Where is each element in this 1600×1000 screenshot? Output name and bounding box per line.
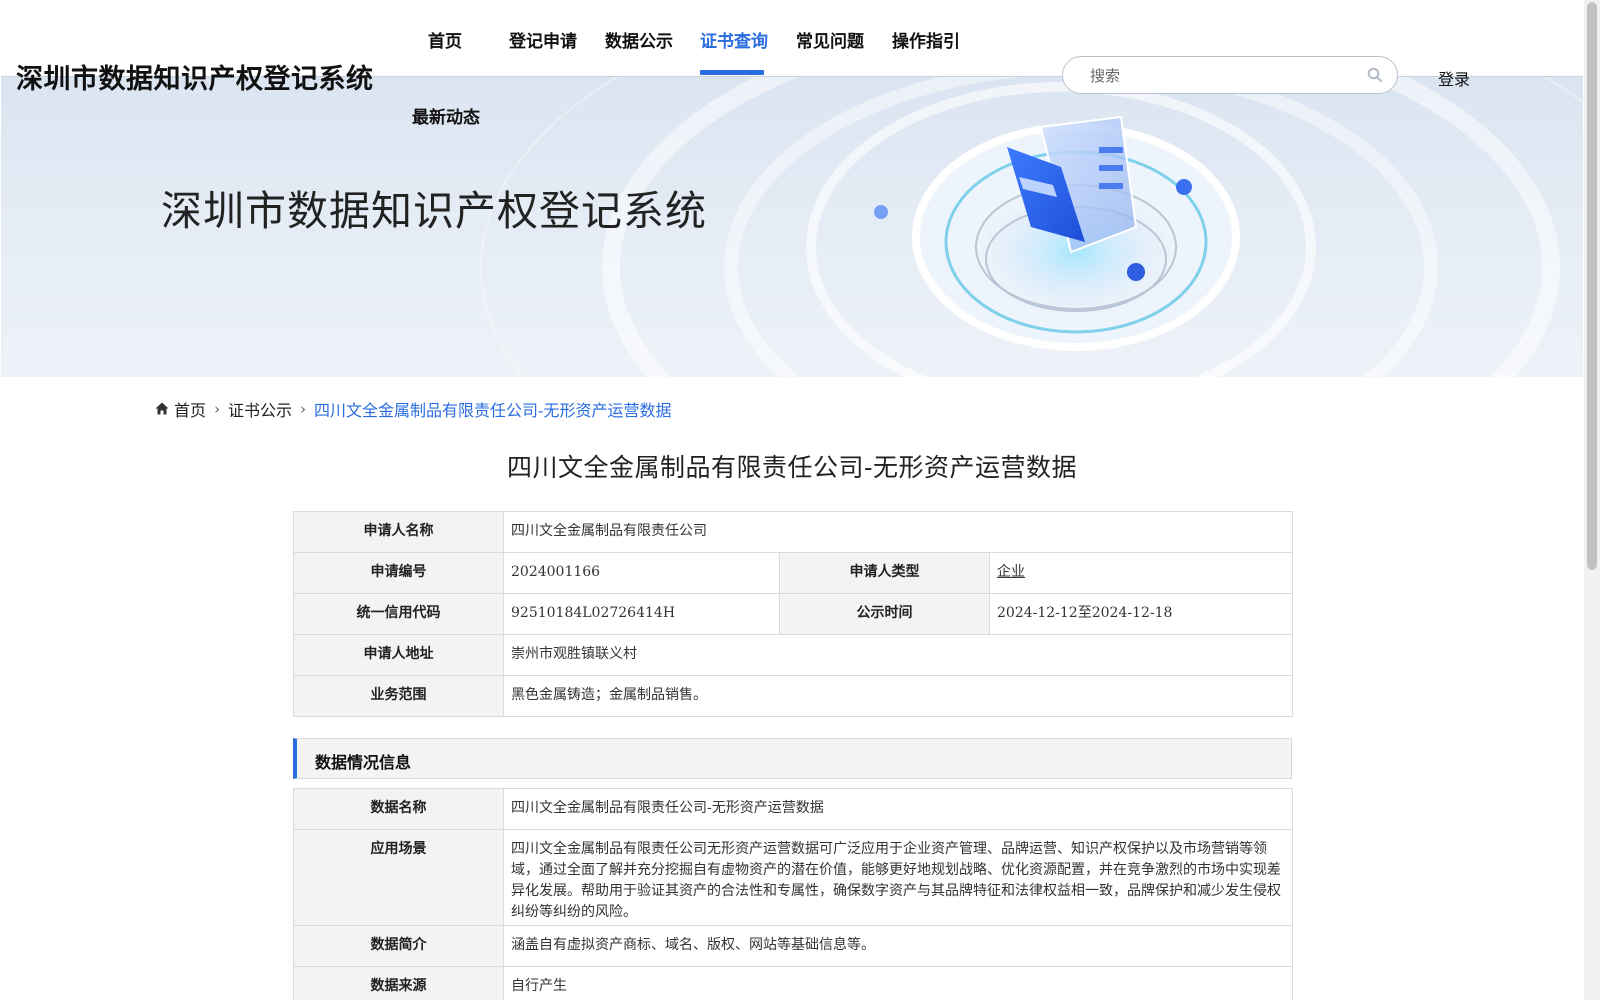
applicant-type-value: 企业 xyxy=(988,552,1294,594)
chevron-right-icon: › xyxy=(300,400,307,418)
applicant-info-table: 申请人名称 四川文全金属制品有限责任公司 申请编号 2024001166 申请人… xyxy=(293,511,1294,717)
nav-home[interactable]: 首页 xyxy=(428,27,462,52)
search-box xyxy=(1062,56,1398,94)
applicant-address-label: 申请人地址 xyxy=(293,634,504,676)
table-row: 数据名称 四川文全金属制品有限责任公司-无形资产运营数据 xyxy=(293,788,1293,830)
table-row: 数据来源 自行产生 xyxy=(293,966,1293,1000)
application-number-value: 2024001166 xyxy=(503,552,780,594)
breadcrumb: 首页 › 证书公示 › 四川文全金属制品有限责任公司-无形资产运营数据 xyxy=(155,397,671,421)
data-intro-value: 涵盖自有虚拟资产商标、域名、版权、网站等基础信息等。 xyxy=(503,925,1293,967)
applicant-type-label: 申请人类型 xyxy=(779,552,990,594)
nav-faq[interactable]: 常见问题 xyxy=(796,27,864,52)
table-row: 应用场景 四川文全金属制品有限责任公司无形资产运营数据可广泛应用于企业资产管理、… xyxy=(293,829,1293,926)
table-row: 数据简介 涵盖自有虚拟资产商标、域名、版权、网站等基础信息等。 xyxy=(293,925,1293,967)
nav-certificate-query[interactable]: 证书查询 xyxy=(700,27,768,52)
application-scenario-label: 应用场景 xyxy=(293,829,504,926)
applicant-name-label: 申请人名称 xyxy=(293,511,504,553)
breadcrumb-current: 四川文全金属制品有限责任公司-无形资产运营数据 xyxy=(314,401,672,420)
credit-code-value: 92510184L02726414H xyxy=(503,593,780,635)
nav-news[interactable]: 最新动态 xyxy=(412,103,480,128)
business-scope-value: 黑色金属铸造；金属制品销售。 xyxy=(502,675,1294,717)
site-title: 深圳市数据知识产权登记系统 xyxy=(16,64,374,95)
login-link[interactable]: 登录 xyxy=(1438,66,1470,90)
application-scenario-value: 四川文全金属制品有限责任公司无形资产运营数据可广泛应用于企业资产管理、品牌运营、… xyxy=(503,829,1293,926)
table-row: 申请人名称 四川文全金属制品有限责任公司 xyxy=(293,511,1294,553)
page: 深圳市数据知识产权登记系统 深圳市数据知识产权登记系统 首页 登记申请 数据公示… xyxy=(0,0,1584,1000)
data-source-label: 数据来源 xyxy=(293,966,504,1000)
home-icon xyxy=(155,400,169,419)
nav-guide[interactable]: 操作指引 xyxy=(892,27,960,52)
hero-banner: 深圳市数据知识产权登记系统 xyxy=(1,76,1583,377)
section-heading: 数据情况信息 xyxy=(315,753,412,772)
nav-active-indicator xyxy=(700,70,764,75)
applicant-address-value: 崇州市观胜镇联义村 xyxy=(502,634,1294,676)
nav-register[interactable]: 登记申请 xyxy=(509,27,577,52)
chevron-right-icon: › xyxy=(214,400,221,418)
data-name-label: 数据名称 xyxy=(293,788,504,830)
data-name-value: 四川文全金属制品有限责任公司-无形资产运营数据 xyxy=(503,788,1293,830)
data-source-value: 自行产生 xyxy=(503,966,1293,1000)
table-row: 申请人地址 崇州市观胜镇联义村 xyxy=(293,634,1294,676)
nav-data-public[interactable]: 数据公示 xyxy=(605,27,673,52)
application-number-label: 申请编号 xyxy=(293,552,504,594)
table-row: 统一信用代码 92510184L02726414H 公示时间 2024-12-1… xyxy=(293,593,1294,635)
search-icon[interactable] xyxy=(1367,67,1383,87)
business-scope-label: 业务范围 xyxy=(293,675,504,717)
data-info-section-header: 数据情况信息 xyxy=(293,738,1292,779)
data-intro-label: 数据简介 xyxy=(293,925,504,967)
scrollbar-thumb[interactable] xyxy=(1587,2,1597,570)
banner-title: 深圳市数据知识产权登记系统 xyxy=(161,187,707,235)
data-info-table: 数据名称 四川文全金属制品有限责任公司-无形资产运营数据 应用场景 四川文全金属… xyxy=(293,788,1293,1000)
publicity-period-label: 公示时间 xyxy=(779,593,990,635)
applicant-type-link[interactable]: 企业 xyxy=(997,564,1025,580)
publicity-period-value: 2024-12-12至2024-12-18 xyxy=(988,593,1294,635)
table-row: 业务范围 黑色金属铸造；金属制品销售。 xyxy=(293,675,1294,717)
breadcrumb-section[interactable]: 证书公示 xyxy=(228,397,292,421)
vertical-scrollbar[interactable] xyxy=(1584,0,1600,1000)
page-title: 四川文全金属制品有限责任公司-无形资产运营数据 xyxy=(507,453,1077,482)
breadcrumb-home[interactable]: 首页 xyxy=(174,397,206,421)
applicant-name-value: 四川文全金属制品有限责任公司 xyxy=(502,511,1294,553)
credit-code-label: 统一信用代码 xyxy=(293,593,504,635)
table-row: 申请编号 2024001166 申请人类型 企业 xyxy=(293,552,1294,594)
search-input[interactable] xyxy=(1088,65,1352,87)
